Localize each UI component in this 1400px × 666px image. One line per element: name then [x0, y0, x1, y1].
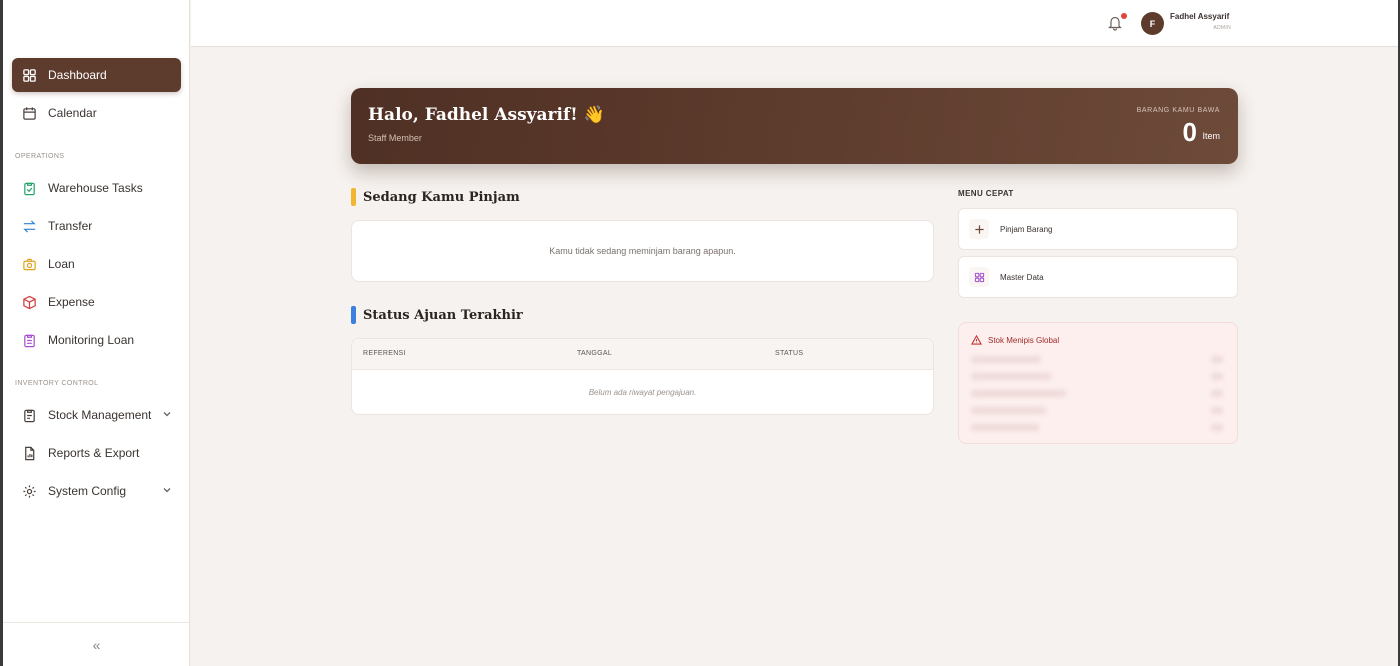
- chevron-down-icon[interactable]: [161, 484, 173, 496]
- table-header: REFERENSI TANGGAL STATUS: [352, 339, 933, 370]
- box-icon: [22, 295, 37, 310]
- welcome-banner: Halo, Fadhel Assyarif! 👋 Staff Member BA…: [351, 88, 1238, 164]
- avatar[interactable]: F: [1141, 12, 1164, 35]
- sidebar-item-warehouse-tasks[interactable]: Warehouse Tasks: [12, 171, 181, 205]
- low-stock-title: Stok Menipis Global: [988, 335, 1060, 345]
- sidebar-item-dashboard[interactable]: Dashboard: [12, 58, 181, 92]
- sidebar-item-system-config[interactable]: System Config: [12, 474, 181, 508]
- sidebar-item-label: Dashboard: [48, 68, 107, 82]
- camera-icon: [22, 257, 37, 272]
- sidebar-item-label: Monitoring Loan: [48, 333, 135, 347]
- sidebar-item-loan[interactable]: Loan: [12, 247, 181, 281]
- grid-icon: [22, 68, 37, 83]
- clipboard-icon: [22, 408, 37, 423]
- carried-items-unit: Item: [1202, 131, 1220, 141]
- quick-menu-title: MENU CEPAT: [958, 189, 1014, 198]
- section-label-inventory: INVENTORY CONTROL: [15, 380, 99, 387]
- status-table: REFERENSI TANGGAL STATUS Belum ada riway…: [351, 338, 934, 415]
- low-stock-header: Stok Menipis Global: [971, 335, 1059, 345]
- chevron-down-icon[interactable]: [161, 408, 173, 420]
- report-icon: [22, 446, 37, 461]
- app-frame: Dashboard Calendar OPERATIONS Warehouse …: [3, 0, 1398, 666]
- carried-items-count: 0: [1182, 117, 1197, 147]
- blurred-row: [971, 356, 1041, 363]
- blurred-value: [1211, 407, 1223, 414]
- blurred-value: [1211, 373, 1223, 380]
- sidebar-item-label: Calendar: [48, 106, 97, 120]
- welcome-subtitle: Staff Member: [368, 133, 422, 143]
- user-name: Fadhel Assyarif: [1170, 12, 1230, 21]
- sidebar-item-label: Reports & Export: [48, 446, 140, 460]
- settings-icon: [22, 484, 37, 499]
- status-section-title: Status Ajuan Terakhir: [351, 306, 523, 324]
- sidebar-item-label: Warehouse Tasks: [48, 181, 143, 195]
- sidebar-item-transfer[interactable]: Transfer: [12, 209, 181, 243]
- blurred-row: [971, 407, 1046, 414]
- blurred-value: [1211, 356, 1223, 363]
- quick-menu-label: Master Data: [1000, 272, 1044, 282]
- section-accent-bar: [351, 306, 356, 324]
- quick-menu-master-data[interactable]: Master Data: [958, 256, 1238, 298]
- section-accent-bar: [351, 188, 356, 206]
- grid-icon: [969, 267, 989, 287]
- sidebar-item-expense[interactable]: Expense: [12, 285, 181, 319]
- sidebar-item-label: Transfer: [48, 219, 93, 233]
- collapse-icon: «: [92, 636, 101, 653]
- clipboard-check-icon: [22, 181, 37, 196]
- quick-menu-label: Pinjam Barang: [1000, 224, 1053, 234]
- blurred-row: [971, 424, 1039, 431]
- column-header-status: STATUS: [775, 350, 804, 357]
- sidebar-item-label: Stock Management: [48, 408, 152, 422]
- column-header-referensi: REFERENSI: [363, 350, 406, 357]
- sidebar-item-calendar[interactable]: Calendar: [12, 96, 181, 130]
- plus-icon: [969, 219, 989, 239]
- sidebar-item-reports-export[interactable]: Reports & Export: [12, 436, 181, 470]
- section-label-operations: OPERATIONS: [15, 153, 65, 160]
- borrowing-card: Kamu tidak sedang meminjam barang apapun…: [351, 220, 934, 282]
- blurred-row: [971, 390, 1066, 397]
- transfer-icon: [22, 219, 37, 234]
- notification-dot: [1121, 13, 1127, 19]
- calendar-icon: [22, 106, 37, 121]
- sidebar-item-label: Expense: [48, 295, 95, 309]
- low-stock-panel: Stok Menipis Global: [958, 322, 1238, 444]
- sidebar-item-monitoring-loan[interactable]: Monitoring Loan: [12, 323, 181, 357]
- clipboard-list-icon: [22, 333, 37, 348]
- borrowing-title-text: Sedang Kamu Pinjam: [363, 189, 520, 205]
- blurred-value: [1211, 424, 1223, 431]
- sidebar-item-label: System Config: [48, 484, 127, 498]
- user-role: ADMIN: [1213, 25, 1231, 31]
- warning-icon: [971, 335, 982, 345]
- sidebar-collapse-button[interactable]: «: [3, 622, 190, 666]
- carried-items-label: BARANG KAMU BAWA: [1136, 107, 1220, 114]
- sidebar-item-stock-management[interactable]: Stock Management: [12, 398, 181, 432]
- blurred-value: [1211, 390, 1223, 397]
- borrowing-empty-message: Kamu tidak sedang meminjam barang apapun…: [549, 246, 736, 256]
- borrowing-section-title: Sedang Kamu Pinjam: [351, 188, 520, 206]
- topbar: F Fadhel Assyarif ADMIN: [191, 0, 1398, 47]
- status-title-text: Status Ajuan Terakhir: [363, 307, 523, 323]
- sidebar-item-label: Loan: [48, 257, 75, 271]
- blurred-row: [971, 373, 1051, 380]
- column-header-tanggal: TANGGAL: [577, 350, 613, 357]
- sidebar: Dashboard Calendar OPERATIONS Warehouse …: [3, 0, 190, 666]
- table-empty-message: Belum ada riwayat pengajuan.: [588, 388, 697, 397]
- welcome-greeting: Halo, Fadhel Assyarif! 👋: [368, 105, 605, 125]
- quick-menu-pinjam-barang[interactable]: Pinjam Barang: [958, 208, 1238, 250]
